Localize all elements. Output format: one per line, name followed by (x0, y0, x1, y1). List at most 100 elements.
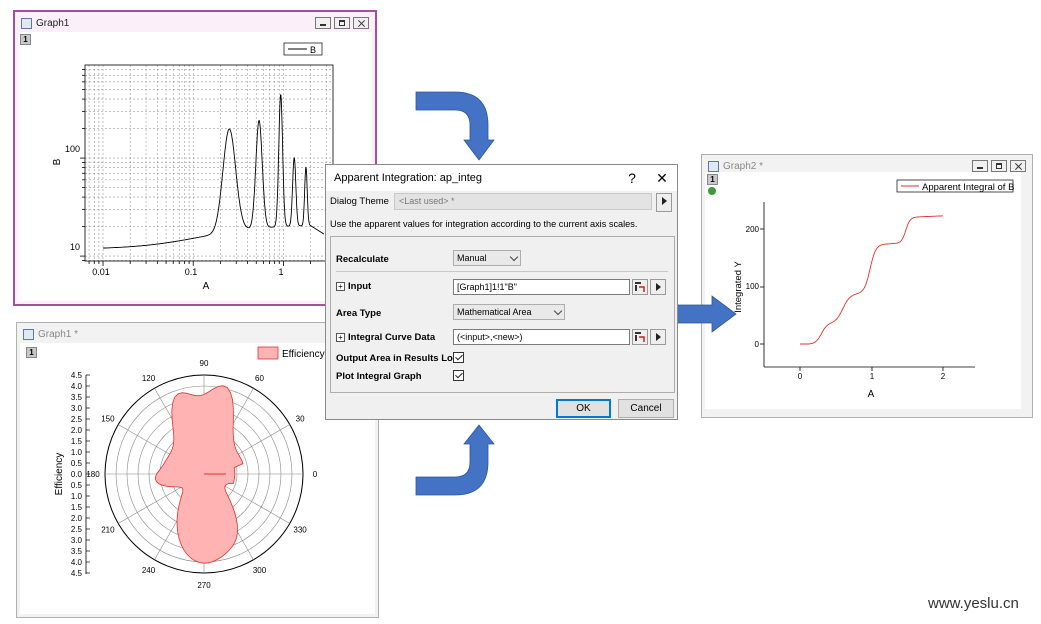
window-title: Graph1 (36, 17, 70, 29)
recalculate-combo[interactable]: Manual (453, 250, 521, 266)
x-tick-label: 0.01 (92, 267, 110, 277)
radial-tick-label: 1.5 (71, 503, 83, 512)
x-axis-label: A (203, 281, 210, 292)
legend-swatch (257, 346, 279, 360)
polar-plot: 9060300330300270240210180150120 4.54.03.… (54, 346, 325, 590)
plot-frame (84, 64, 334, 262)
angle-label: 60 (255, 374, 264, 383)
dialog-theme-label: Dialog Theme (330, 196, 389, 207)
minimize-icon[interactable] (972, 160, 988, 172)
radial-tick-label: 3.0 (71, 404, 83, 413)
close-icon[interactable] (1010, 160, 1026, 172)
maximize-icon[interactable] (991, 160, 1007, 172)
help-icon[interactable]: ? (617, 170, 647, 186)
radial-tick-label: 4.0 (71, 382, 83, 391)
integral-curve-label: Integral Curve Data (348, 332, 436, 343)
y-axis-label: B (52, 158, 63, 165)
radial-tick-label: 4.0 (71, 558, 83, 567)
graph1-plot: 0.01 0.1 1 10 100 A B B (52, 42, 334, 292)
radial-tick-label: 0.5 (71, 459, 83, 468)
radial-tick-label: 1.0 (71, 448, 83, 457)
cancel-button[interactable]: Cancel (618, 399, 674, 418)
dialog-theme-combo[interactable]: <Last used> * (394, 193, 652, 210)
output-area-label: Output Area in Results Log (336, 353, 459, 364)
window-title: Graph2 * (723, 160, 764, 172)
settings-panel: Recalculate Manual + Input [Graph1]1!1"B… (330, 236, 675, 393)
radial-tick-label: 3.0 (71, 536, 83, 545)
watermark: www.yeslu.cn (928, 595, 1019, 612)
angle-label: 240 (142, 566, 156, 575)
angle-label: 270 (197, 581, 211, 590)
radial-tick-label: 1.5 (71, 437, 83, 446)
minimize-icon[interactable] (315, 17, 331, 29)
area-type-label: Area Type (336, 308, 382, 319)
input-field[interactable]: [Graph1]1!1"B" (453, 279, 630, 295)
polar-titlebar[interactable]: Graph1 * (17, 323, 378, 345)
radial-tick-label: 2.0 (71, 514, 83, 523)
graph1-titlebar[interactable]: Graph1 (15, 12, 375, 34)
radial-tick-label: 3.5 (71, 393, 83, 402)
dialog-titlebar[interactable]: Apparent Integration: ap_integ ? ✕ (326, 165, 677, 191)
x-tick-label: 0.1 (185, 267, 198, 277)
apparent-integration-dialog[interactable]: Apparent Integration: ap_integ ? ✕ Dialo… (325, 164, 678, 420)
angle-label: 330 (293, 526, 307, 535)
theme-menu-button[interactable] (656, 193, 672, 212)
maximize-icon[interactable] (334, 17, 350, 29)
integral-line (800, 215, 943, 345)
graph1-window[interactable]: Graph1 1 0.01 0.1 1 10 100 A B B (13, 10, 377, 306)
graph-window-icon (708, 160, 719, 172)
x-tick-label: 1 (870, 372, 875, 381)
graph2-plot: Apparent Integral of B 0 1 2 0 100 200 A… (733, 179, 1014, 400)
plot-integral-label: Plot Integral Graph (336, 371, 422, 382)
legend-label: Efficiency (282, 349, 325, 360)
input-menu-button[interactable] (650, 279, 666, 295)
graph-window-icon (21, 17, 32, 29)
radial-tick-label: 3.5 (71, 547, 83, 556)
graph2-window[interactable]: Graph2 * 1 Apparent Integral of B 0 1 2 … (701, 154, 1033, 418)
legend-label: B (310, 45, 316, 55)
arrow-down-icon (415, 91, 495, 161)
legend-label: Apparent Integral of B (922, 182, 1014, 193)
graph1-canvas[interactable]: 1 0.01 0.1 1 10 100 A B B (18, 32, 372, 301)
range-select-icon (635, 282, 645, 292)
dialog-title: Apparent Integration: ap_integ (334, 172, 483, 184)
y-tick-label: 100 (65, 144, 80, 154)
y-tick-label: 200 (746, 225, 760, 234)
polar-canvas[interactable]: 1 90 60 30 0 330 300 270 240 210 180 150 120 4.5 4.0… (20, 343, 375, 614)
y-tick-label: 100 (746, 282, 760, 291)
integral-curve-menu-button[interactable] (650, 329, 666, 345)
divider (336, 271, 668, 272)
angle-label: 30 (296, 415, 305, 424)
input-label: Input (348, 281, 372, 292)
graph-window-icon (23, 328, 34, 340)
radial-tick-label: 4.5 (71, 371, 83, 380)
y-axis-label: Integrated Y (733, 261, 744, 313)
range-select-button[interactable] (632, 279, 648, 295)
angle-label: 90 (200, 359, 209, 368)
window-title: Graph1 * (38, 328, 79, 340)
plot-integral-checkbox[interactable] (453, 370, 464, 381)
chevron-down-icon (553, 306, 563, 316)
radial-tick-label: 1.0 (71, 492, 83, 501)
ok-button[interactable]: OK (556, 399, 611, 418)
graph2-canvas[interactable]: 1 Apparent Integral of B 0 1 2 0 100 200… (705, 172, 1021, 409)
close-icon[interactable]: ✕ (647, 170, 677, 187)
range-select-icon (635, 332, 645, 342)
integral-curve-field[interactable]: (<input>,<new>) (453, 329, 630, 345)
radial-tick-label: 2.5 (71, 525, 83, 534)
output-area-checkbox[interactable] (453, 352, 464, 363)
expand-input-icon[interactable]: + (336, 282, 345, 291)
area-type-combo[interactable]: Mathematical Area (453, 304, 565, 320)
area-type-value: Mathematical Area (457, 307, 532, 317)
x-axis-label: A (868, 389, 875, 400)
angle-label: 300 (253, 566, 267, 575)
range-select-button[interactable] (632, 329, 648, 345)
recalculate-label: Recalculate (336, 254, 389, 265)
angle-label: 180 (86, 470, 100, 479)
angle-label: 210 (101, 526, 115, 535)
y-axis-label: Efficiency (54, 453, 65, 496)
close-icon[interactable] (353, 17, 369, 29)
angle-label: 0 (313, 470, 318, 479)
expand-integral-curve-icon[interactable]: + (336, 333, 345, 342)
recalculate-value: Manual (457, 253, 487, 263)
